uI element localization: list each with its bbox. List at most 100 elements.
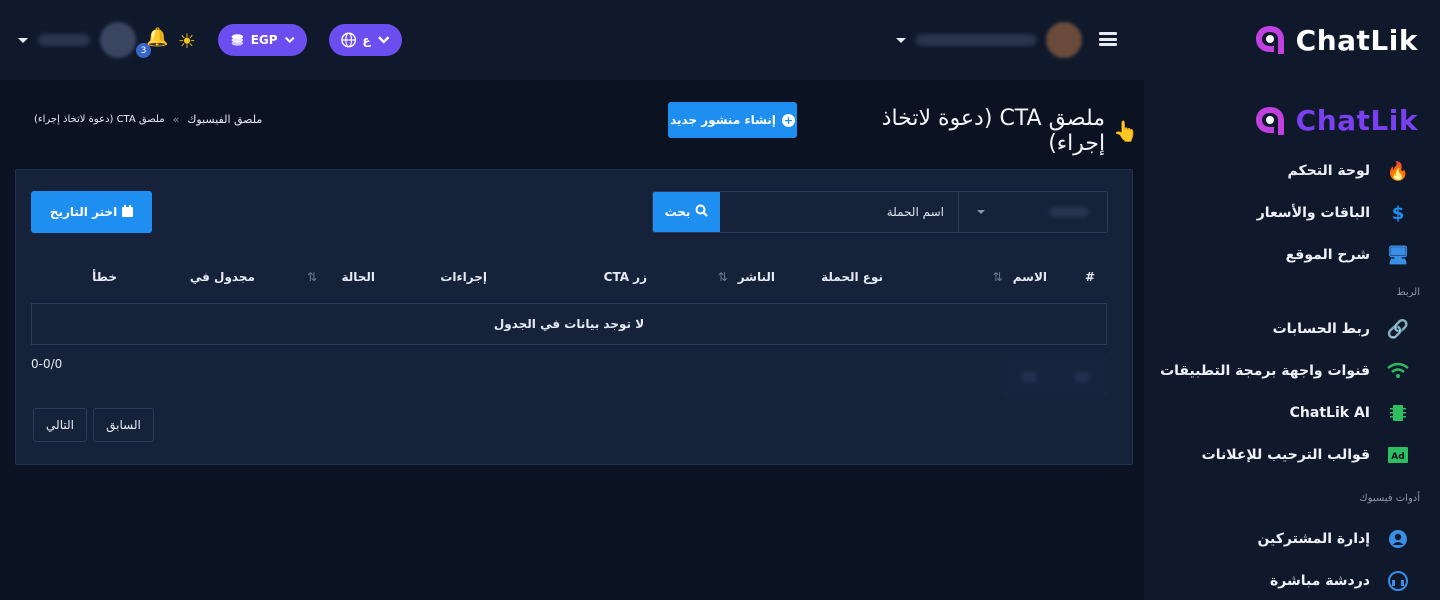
page-size-option xyxy=(1021,372,1036,382)
col-index: # xyxy=(1085,270,1095,284)
page-title: 👆 ملصق CTA (دعوة لاتخاذ إجراء) xyxy=(818,106,1138,156)
brand-name: ChatLik xyxy=(1295,23,1418,57)
col-campaign-type-label: نوع الحملة xyxy=(821,270,883,284)
sort-icon[interactable]: ⇅ xyxy=(307,270,317,284)
col-actions-label: إجراءات xyxy=(440,270,487,284)
user-avatar xyxy=(100,22,136,58)
sidebar-item-dashboard[interactable]: لوحة التحكم 🔥 xyxy=(1144,150,1440,192)
previous-page-button[interactable]: السابق xyxy=(93,408,154,442)
breadcrumb-parent[interactable]: ملصق الفيسبوك xyxy=(187,113,262,126)
col-scheduled-at-label: مجدول في xyxy=(189,270,255,284)
page-select[interactable] xyxy=(959,192,1107,232)
sort-icon[interactable]: ⇅ xyxy=(993,270,1003,284)
date-picker-button[interactable]: اختر التاريخ xyxy=(31,191,152,233)
breadcrumb-separator: » xyxy=(172,113,180,126)
page-size-option xyxy=(1074,372,1089,382)
language-selector[interactable]: ع xyxy=(329,24,402,56)
search-button[interactable]: بحث xyxy=(653,192,720,232)
sidebar-item-chatlik-ai[interactable]: ChatLik AI xyxy=(1144,392,1440,434)
breadcrumb: ملصق الفيسبوك » ملصق CTA (دعوة لاتخاذ إج… xyxy=(34,113,262,126)
chevron-down-icon xyxy=(284,36,295,44)
user-menu[interactable] xyxy=(18,22,136,58)
sidebar-item-label: لوحة التحكم xyxy=(1287,163,1370,179)
create-post-label: إنشاء منشور جديد xyxy=(670,113,776,127)
col-scheduled-at[interactable]: ⇅ مجدول في xyxy=(190,270,317,284)
chevron-down-icon xyxy=(896,37,906,43)
chip-icon xyxy=(1386,401,1410,425)
sidebar: ChatLik ChatLik لوحة التحكم 🔥 الباقات وا… xyxy=(1144,0,1440,600)
plus-circle-icon: + xyxy=(781,113,795,127)
screen-icon: 🖥 xyxy=(1386,244,1410,266)
sidebar-item-api-channels[interactable]: قنوات واجهة برمجة التطبيقات xyxy=(1144,350,1440,392)
sidebar-item-ad-templates[interactable]: قوالب الترحيب للإعلانات Ad xyxy=(1144,434,1440,476)
svg-text:Ad: Ad xyxy=(1391,452,1404,462)
col-index-label: # xyxy=(1084,270,1095,284)
table-header: # الاسم ⇅ نوع الحملة الناشر ⇅ زر CTA إجر… xyxy=(31,258,1107,302)
col-actions: إجراءات xyxy=(440,270,487,284)
sidebar-item-pricing[interactable]: الباقات والأسعار $ xyxy=(1144,192,1440,234)
coins-icon xyxy=(231,34,244,46)
chevron-down-icon xyxy=(977,210,985,214)
user-circle-icon xyxy=(1386,527,1410,551)
language-label: ع xyxy=(362,33,371,47)
col-error-label: خطأ xyxy=(92,270,117,284)
col-cta-button-label: زر CTA xyxy=(603,270,647,284)
page-select-value-redacted xyxy=(1049,207,1089,217)
page-title-text: ملصق CTA (دعوة لاتخاذ إجراء) xyxy=(881,106,1106,156)
chat-logo-icon xyxy=(1255,26,1284,54)
sidebar-brand-name: ChatLik xyxy=(1295,104,1418,137)
calendar-icon xyxy=(122,204,134,220)
sidebar-logo: ChatLik xyxy=(1254,104,1418,137)
campaign-name-input[interactable] xyxy=(720,192,959,232)
sidebar-item-label: ChatLik AI xyxy=(1289,405,1370,421)
account-name-redacted xyxy=(916,34,1036,46)
date-picker-label: اختر التاريخ xyxy=(49,205,118,219)
sidebar-item-tutorial[interactable]: شرح الموقع 🖥 xyxy=(1144,234,1440,276)
section-heading-facebook: أدوات فيسبوك xyxy=(1359,492,1420,504)
sort-icon[interactable]: ⇅ xyxy=(718,270,728,284)
sidebar-item-label: ربط الحسابات xyxy=(1272,321,1370,337)
brand-logo[interactable]: ChatLik xyxy=(1254,24,1418,57)
sidebar-item-label: شرح الموقع xyxy=(1285,247,1370,263)
menu-toggle-icon[interactable] xyxy=(1099,30,1117,48)
ad-icon: Ad xyxy=(1386,443,1410,467)
sidebar-item-label: قنوات واجهة برمجة التطبيقات xyxy=(1160,363,1370,379)
notification-count-badge: 3 xyxy=(136,43,151,58)
table-empty-row: لا توجد بيانات في الجدول xyxy=(31,303,1107,345)
account-avatar xyxy=(1046,22,1082,58)
search-button-label: بحث xyxy=(664,205,691,219)
sidebar-item-subscribers[interactable]: إدارة المشتركين xyxy=(1144,518,1440,560)
dollar-icon: $ xyxy=(1391,202,1405,224)
search-icon xyxy=(695,204,709,220)
sidebar-item-label: قوالب الترحيب للإعلانات xyxy=(1201,447,1370,463)
globe-icon xyxy=(341,32,357,48)
link-icon: 🔗 xyxy=(1386,318,1410,340)
col-name-label: الاسم xyxy=(1012,270,1047,284)
brand-header: ChatLik xyxy=(1144,0,1440,80)
page-size-control[interactable] xyxy=(1002,357,1108,397)
theme-toggle-sun-icon[interactable]: ☀ xyxy=(178,29,196,53)
col-publisher[interactable]: الناشر ⇅ xyxy=(718,270,775,284)
sidebar-item-link-accounts[interactable]: ربط الحسابات 🔗 xyxy=(1144,308,1440,350)
wifi-icon xyxy=(1386,359,1410,383)
chevron-down-icon xyxy=(377,36,389,44)
sidebar-item-label: إدارة المشتركين xyxy=(1257,531,1370,547)
currency-selector[interactable]: EGP xyxy=(218,24,307,56)
col-campaign-type: نوع الحملة xyxy=(821,270,883,284)
section-heading-linking: الربط xyxy=(1396,286,1420,298)
next-page-button[interactable]: التالي xyxy=(33,408,87,442)
chevron-down-icon xyxy=(18,37,28,43)
fire-icon: 🔥 xyxy=(1386,160,1410,182)
sidebar-item-label: الباقات والأسعار xyxy=(1256,205,1370,221)
sidebar-item-live-chat[interactable]: دردشة مباشرة xyxy=(1144,560,1440,600)
breadcrumb-current: ملصق CTA (دعوة لاتخاذ إجراء) xyxy=(34,114,165,125)
col-publisher-label: الناشر xyxy=(737,270,775,284)
topbar: ع EGP ☀ 🔔 3 xyxy=(0,0,1144,80)
create-post-button[interactable]: + إنشاء منشور جديد xyxy=(668,102,797,138)
col-cta-button: زر CTA xyxy=(604,270,647,284)
currency-label: EGP xyxy=(250,33,278,47)
sidebar-nav: لوحة التحكم 🔥 الباقات والأسعار $ شرح الم… xyxy=(1144,150,1440,600)
col-name[interactable]: الاسم ⇅ xyxy=(993,270,1047,284)
user-name-redacted xyxy=(38,34,90,46)
account-selector[interactable] xyxy=(896,22,1082,58)
